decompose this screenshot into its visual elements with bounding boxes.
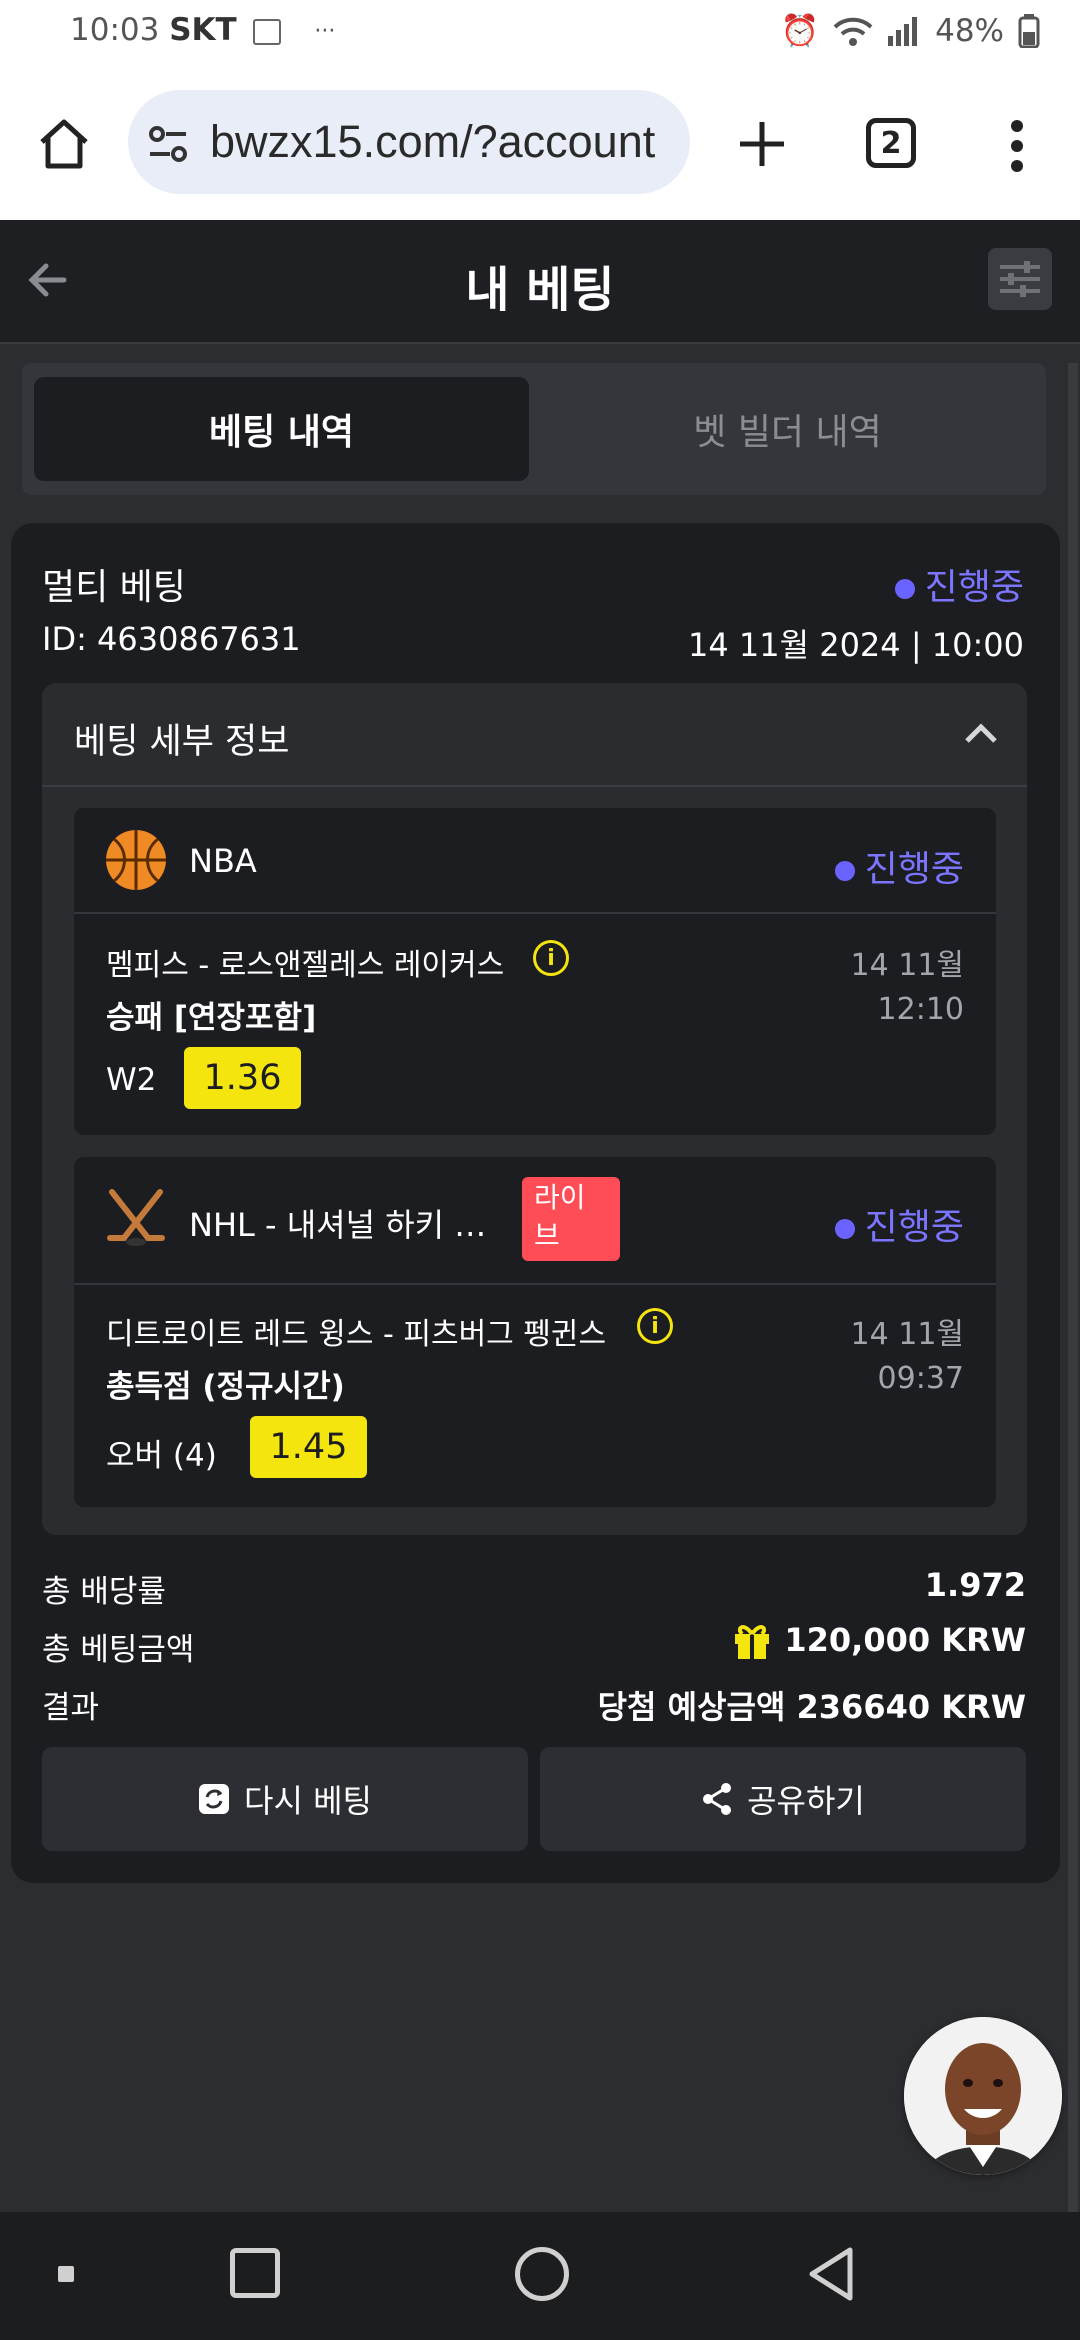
total-stake-label: 총 베팅금액 xyxy=(42,1632,195,1668)
divider xyxy=(74,1283,996,1285)
refresh-icon xyxy=(199,1784,230,1814)
info-icon[interactable]: i xyxy=(533,940,569,976)
match-date: 14 11월 xyxy=(850,1317,964,1352)
battery-icon xyxy=(1018,13,1040,48)
match-status: 진행중 xyxy=(834,840,964,892)
odds-badge: 1.45 xyxy=(250,1416,367,1478)
selection: 오버 (4) xyxy=(106,1438,217,1474)
share-button[interactable]: 공유하기 xyxy=(540,1747,1026,1851)
odds-badge: 1.36 xyxy=(184,1047,301,1109)
alarm-icon: ⏰ xyxy=(780,13,820,49)
status-dot-icon xyxy=(894,579,915,599)
avatar xyxy=(904,2017,1062,2175)
total-stake: 120,000 KRW xyxy=(732,1620,1026,1660)
info-icon[interactable]: i xyxy=(637,1308,673,1344)
live-badge: 라이브 xyxy=(522,1177,620,1261)
page-title: 내 베팅 xyxy=(465,262,615,318)
support-avatar-button[interactable] xyxy=(904,2017,1062,2175)
rebet-button[interactable]: 다시 베팅 xyxy=(42,1747,528,1851)
match-teams: 멤피스 - 로스앤젤레스 레이커스 xyxy=(106,948,505,983)
market-name: 승패 [연장포함] xyxy=(106,1000,317,1036)
basketball-icon xyxy=(104,828,168,892)
new-tab-icon[interactable] xyxy=(734,116,790,172)
match-date: 14 11월 xyxy=(850,948,964,983)
status-dot-icon xyxy=(834,861,855,881)
scrollbar[interactable] xyxy=(1068,363,1078,2213)
back-triangle-icon[interactable] xyxy=(806,2246,856,2302)
wifi-icon xyxy=(833,17,873,46)
market-name: 총득점 (정규시간) xyxy=(106,1369,345,1405)
match-status: 진행중 xyxy=(834,1198,964,1250)
match-teams: 디트로이트 레드 윙스 - 피츠버그 펭귄스 xyxy=(106,1317,607,1352)
status-time: 10:03 SKT ··· xyxy=(70,12,336,48)
menu-icon[interactable] xyxy=(1004,118,1030,174)
tab-bet-builder-history[interactable]: 벳 빌더 내역 xyxy=(540,377,1035,481)
bet-status: 진행중 xyxy=(894,558,1024,610)
league-name: NHL - 내셔널 하키 … xyxy=(189,1206,487,1244)
bet-type: 멀티 베팅 xyxy=(42,567,186,608)
status-icons: ⏰ 48% xyxy=(780,12,1040,49)
hockey-icon xyxy=(104,1188,168,1248)
match-time: 09:37 xyxy=(877,1361,964,1396)
bet-id: ID: 4630867631 xyxy=(42,620,301,658)
league-name: NBA xyxy=(189,842,257,880)
total-odds-value: 1.972 xyxy=(924,1566,1026,1604)
battery-percent: 48% xyxy=(935,12,1004,49)
status-dot-icon xyxy=(834,1219,855,1239)
total-odds-label: 총 배당률 xyxy=(42,1574,166,1610)
selection: W2 xyxy=(106,1062,157,1098)
recents-dot-icon[interactable] xyxy=(58,2266,74,2282)
divider xyxy=(74,912,996,914)
chevron-up-icon[interactable] xyxy=(964,722,998,744)
gift-icon xyxy=(735,1625,770,1659)
home-icon[interactable] xyxy=(36,116,92,172)
match-time: 12:10 xyxy=(877,992,964,1027)
signal-icon xyxy=(888,16,918,46)
status-bar: 10:03 SKT ··· ⏰ 48% xyxy=(0,0,1080,70)
site-settings-icon[interactable] xyxy=(148,124,188,164)
tab-count: 2 xyxy=(880,125,902,161)
home-circle-icon[interactable] xyxy=(515,2247,569,2301)
bet-datetime: 14 11월 2024 | 10:00 xyxy=(687,626,1024,664)
tab-switcher-button[interactable]: 2 xyxy=(866,118,916,168)
filter-button[interactable] xyxy=(988,248,1052,310)
result-value: 당첨 예상금액 236640 KRW xyxy=(597,1688,1026,1726)
tab-bet-history[interactable]: 베팅 내역 xyxy=(34,377,529,481)
share-icon xyxy=(703,1783,732,1815)
bet-details-title: 베팅 세부 정보 xyxy=(74,722,290,762)
url-text[interactable]: bwzx15.com/?account xyxy=(210,116,675,174)
sliders-icon xyxy=(1000,261,1040,297)
result-label: 결과 xyxy=(42,1690,100,1726)
recent-apps-icon[interactable] xyxy=(230,2248,280,2298)
